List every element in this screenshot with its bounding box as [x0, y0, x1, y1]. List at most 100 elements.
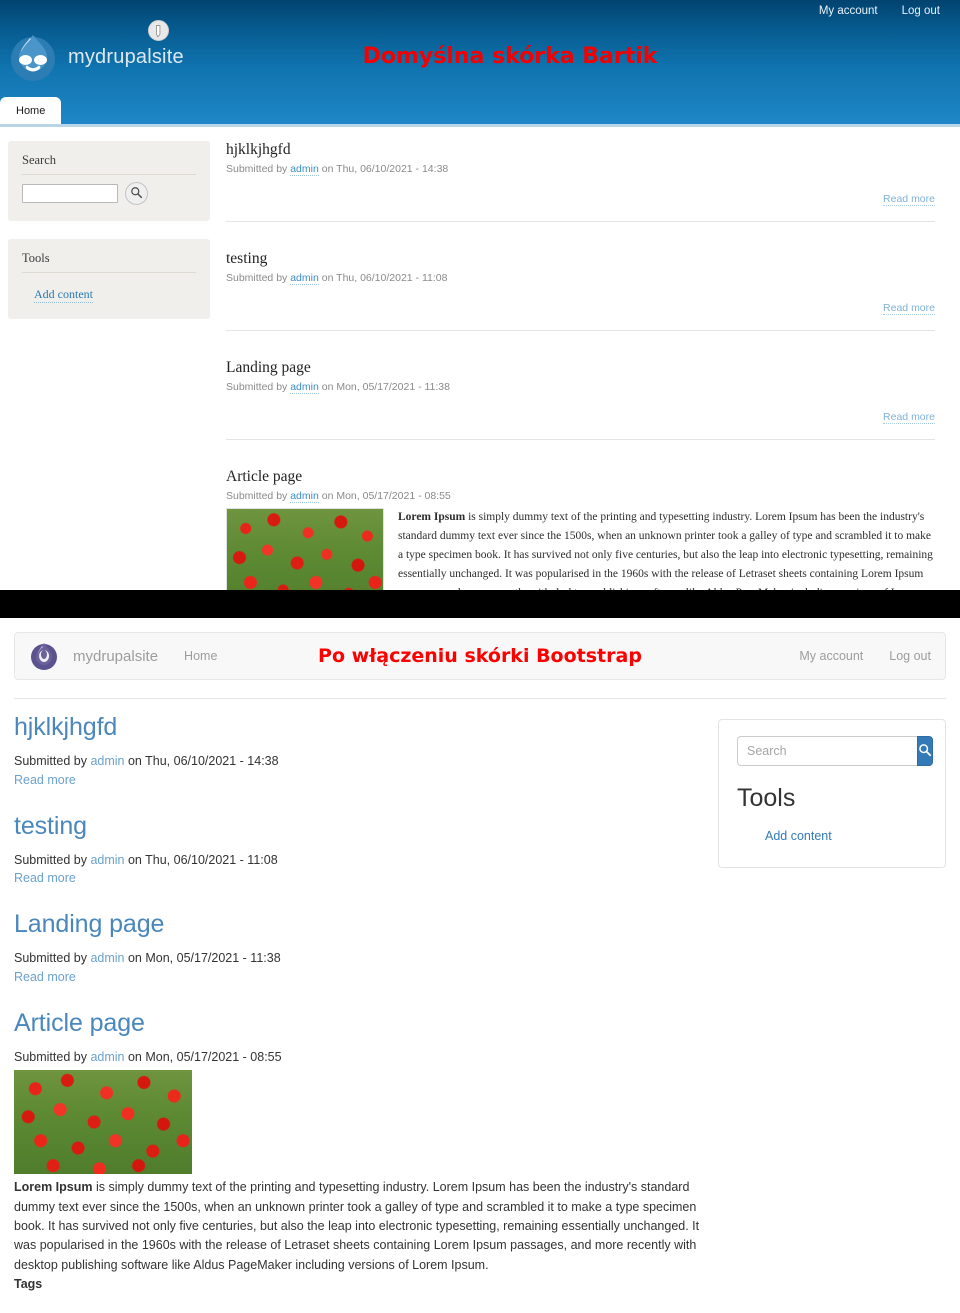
bootstrap-read-more-link[interactable]: Read more [14, 968, 702, 987]
bartik-read-more-link[interactable]: Read more [883, 411, 935, 424]
submitted-prefix: Submitted by [14, 1049, 87, 1064]
bootstrap-my-account-link[interactable]: My account [799, 649, 863, 663]
bootstrap-search-button[interactable] [917, 736, 933, 766]
poppy-field-image [14, 1070, 192, 1175]
bootstrap-search-input[interactable] [737, 736, 917, 766]
bootstrap-site-name[interactable]: mydrupalsite [73, 648, 158, 665]
bartik-author-link[interactable]: admin [290, 163, 319, 176]
bartik-article-submitted: Submitted by admin on Thu, 06/10/2021 - … [226, 163, 935, 176]
bootstrap-article-row: hjklkjhgfd Submitted by admin on Thu, 06… [14, 713, 702, 790]
lorem-lead: Lorem Ipsum [398, 511, 466, 523]
bartik-read-more-link[interactable]: Read more [883, 193, 935, 206]
submitted-date: on Thu, 06/10/2021 - 11:08 [321, 272, 448, 284]
bootstrap-author-link[interactable]: admin [90, 951, 124, 965]
bartik-article-submitted: Submitted by admin on Mon, 05/17/2021 - … [226, 490, 935, 503]
bartik-article-text: Lorem Ipsum is simply dummy text of the … [398, 508, 935, 590]
bartik-tab-home[interactable]: Home [0, 97, 62, 124]
lorem-body: is simply dummy text of the printing and… [14, 1180, 700, 1272]
bartik-read-more-wrap: Read more [226, 290, 935, 324]
bartik-article-title[interactable]: Landing page [226, 359, 935, 377]
submitted-prefix: Submitted by [14, 951, 87, 965]
bartik-article-title[interactable]: Article page [226, 468, 935, 486]
bartik-author-link[interactable]: admin [290, 381, 319, 394]
bootstrap-log-out-link[interactable]: Log out [889, 649, 931, 663]
bootstrap-article-title[interactable]: Article page [14, 1009, 702, 1038]
submitted-date: on Thu, 06/10/2021 - 14:38 [321, 163, 449, 175]
bartik-tools-block: Tools Add content [8, 239, 210, 319]
search-icon [918, 743, 932, 760]
bartik-my-account-link[interactable]: My account [819, 5, 878, 17]
pencil-icon[interactable] [148, 20, 169, 41]
bootstrap-article-title[interactable]: testing [14, 812, 702, 841]
search-icon [130, 186, 143, 202]
submitted-date: on Mon, 05/17/2021 - 08:55 [127, 1049, 282, 1064]
bartik-main-content: hjklkjhgfd Submitted by admin on Thu, 06… [218, 141, 960, 590]
bootstrap-article-submitted: Submitted by admin on Mon, 05/17/2021 - … [14, 1048, 702, 1067]
bartik-article-body: Lorem Ipsum is simply dummy text of the … [226, 508, 935, 590]
bootstrap-page-body: hjklkjhgfd Submitted by admin on Thu, 06… [0, 699, 960, 1313]
poppy-field-image [226, 508, 384, 590]
bartik-author-link[interactable]: admin [290, 490, 319, 503]
bartik-article-submitted: Submitted by admin on Thu, 06/10/2021 - … [226, 272, 935, 285]
submitted-date: on Mon, 05/17/2021 - 11:38 [127, 951, 281, 965]
bootstrap-article-submitted: Submitted by admin on Thu, 06/10/2021 - … [14, 851, 702, 870]
bartik-read-more-wrap: Read more [226, 181, 935, 215]
bartik-author-link[interactable]: admin [290, 272, 319, 285]
submitted-prefix: Submitted by [226, 490, 288, 502]
bootstrap-sidebar: Tools Add content [718, 713, 946, 1313]
lorem-body: is simply dummy text of the printing and… [398, 511, 933, 590]
screenshot-divider [0, 590, 960, 618]
bartik-search-input[interactable] [22, 184, 118, 203]
bootstrap-tags-label: Tags [14, 1277, 43, 1292]
bootstrap-author-link[interactable]: admin [90, 853, 124, 867]
bartik-read-more-link[interactable]: Read more [883, 302, 935, 315]
bartik-article-row: Landing page Submitted by admin on Mon, … [226, 330, 935, 439]
bartik-header: My account Log out mydrupalsite Domyślna… [0, 0, 960, 124]
lorem-lead: Lorem Ipsum [14, 1180, 93, 1195]
submitted-date: on Mon, 05/17/2021 - 08:55 [321, 490, 451, 502]
bartik-article-submitted: Submitted by admin on Mon, 05/17/2021 - … [226, 381, 935, 394]
bootstrap-article-text: Lorem Ipsum is simply dummy text of the … [14, 1178, 702, 1275]
bootstrap-search-group [737, 736, 933, 766]
bootstrap-navbar: mydrupalsite Home Po włączeniu skórki Bo… [14, 632, 946, 680]
bootstrap-read-more-link[interactable]: Read more [14, 869, 702, 888]
bartik-screenshot: My account Log out mydrupalsite Domyślna… [0, 0, 960, 590]
submitted-prefix: Submitted by [226, 163, 288, 175]
submitted-prefix: Submitted by [14, 754, 87, 768]
submitted-prefix: Submitted by [14, 852, 87, 867]
bootstrap-article-title[interactable]: Landing page [14, 910, 702, 939]
drupal-droplet-icon [29, 641, 59, 671]
submitted-prefix: Submitted by [226, 381, 288, 393]
bartik-annotation-caption: Domyślna skórka Bartik [362, 44, 658, 69]
bartik-article-row: hjklkjhgfd Submitted by admin on Thu, 06… [226, 141, 935, 221]
bootstrap-author-link[interactable]: admin [90, 754, 124, 768]
bartik-article-row: testing Submitted by admin on Thu, 06/10… [226, 221, 935, 330]
bartik-search-block: Search [8, 141, 210, 221]
bootstrap-article-row: Landing page Submitted by admin on Mon, … [14, 910, 702, 987]
bartik-primary-tabs: Home [0, 97, 62, 124]
bartik-sidebar: Search Tools Add content [0, 141, 218, 590]
bootstrap-article-title[interactable]: hjklkjhgfd [14, 713, 702, 742]
bartik-add-content-link[interactable]: Add content [34, 287, 93, 303]
submitted-date: on Thu, 06/10/2021 - 14:38 [127, 754, 279, 768]
bartik-read-more-wrap: Read more [226, 399, 935, 433]
bartik-tools-block-title: Tools [22, 251, 196, 273]
submitted-date: on Mon, 05/17/2021 - 11:38 [321, 381, 450, 393]
bartik-page-body: Search Tools Add content hjklkjhgfd Subm… [0, 127, 960, 590]
bootstrap-article-row: testing Submitted by admin on Thu, 06/10… [14, 812, 702, 889]
bartik-article-title[interactable]: testing [226, 250, 935, 268]
bootstrap-top-navigation: My account Log out [799, 649, 931, 663]
bartik-log-out-link[interactable]: Log out [902, 5, 940, 17]
bootstrap-screenshot: mydrupalsite Home Po włączeniu skórki Bo… [0, 618, 960, 1313]
bootstrap-read-more-link[interactable]: Read more [14, 771, 702, 790]
submitted-prefix: Submitted by [226, 272, 288, 284]
bootstrap-sidebar-panel: Tools Add content [718, 719, 946, 868]
bootstrap-main-content: hjklkjhgfd Submitted by admin on Thu, 06… [14, 713, 702, 1313]
bartik-top-navigation: My account Log out [819, 5, 940, 17]
bartik-search-button[interactable] [125, 182, 148, 205]
bartik-search-block-title: Search [22, 153, 196, 175]
bootstrap-add-content-link[interactable]: Add content [765, 829, 832, 843]
bartik-article-title[interactable]: hjklkjhgfd [226, 141, 935, 159]
bootstrap-author-link[interactable]: admin [90, 1050, 124, 1064]
bootstrap-nav-home[interactable]: Home [184, 649, 217, 663]
